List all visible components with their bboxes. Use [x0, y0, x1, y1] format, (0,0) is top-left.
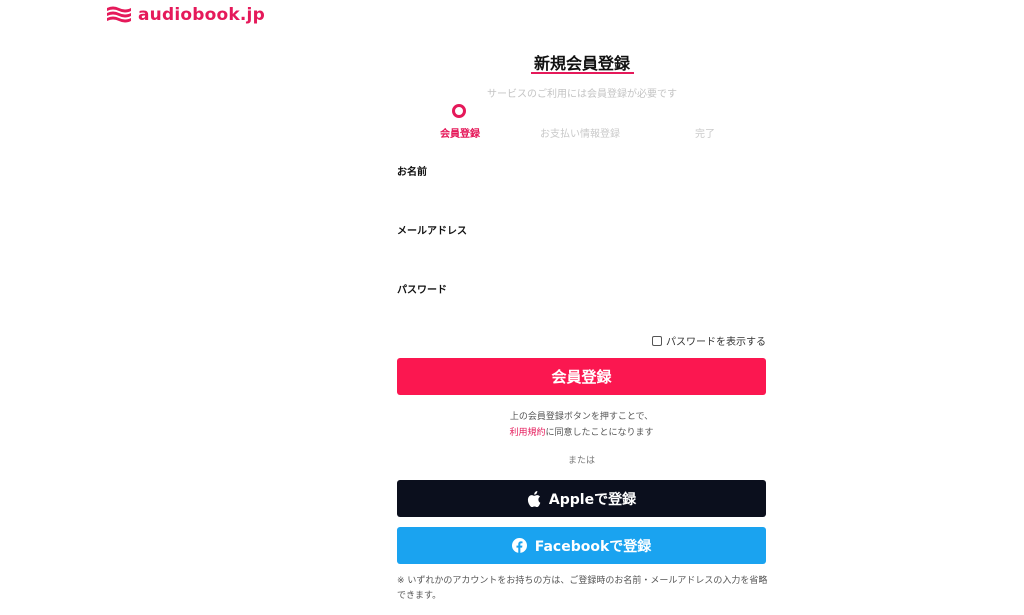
apple-icon	[527, 490, 541, 507]
logo-text: audiobook.jp	[138, 5, 265, 25]
terms-link[interactable]: 利用規約	[509, 428, 545, 438]
terms-notice: 上の会員登録ボタンを押すことで、 利用規約に同意したことになります	[397, 409, 766, 441]
step-complete: 完了	[695, 129, 715, 140]
social-login-note: ※ いずれかのアカウントをお持ちの方は、ご登録時のお名前・メールアドレスの入力を…	[397, 576, 768, 601]
title-underline	[531, 72, 634, 74]
name-label: お名前	[397, 167, 427, 178]
facebook-button-label: Facebookで登録	[534, 538, 652, 555]
or-divider: または	[567, 456, 595, 466]
show-password-checkbox[interactable]	[652, 335, 662, 346]
show-password-toggle[interactable]: パスワードを表示する	[652, 333, 766, 348]
step-register: 会員登録	[440, 129, 480, 140]
password-label: パスワード	[397, 285, 447, 296]
apple-button-label: Appleで登録	[548, 491, 637, 508]
page-subtitle: サービスのご利用には会員登録が必要です	[487, 89, 677, 100]
register-button[interactable]: 会員登録	[397, 358, 766, 395]
step-payment: お支払い情報登録	[540, 129, 620, 140]
waves-logo-icon	[107, 6, 131, 23]
register-button-label: 会員登録	[551, 368, 612, 386]
facebook-signup-button[interactable]: Facebookで登録	[397, 527, 766, 564]
email-label: メールアドレス	[397, 226, 467, 237]
apple-signup-button[interactable]: Appleで登録	[397, 480, 766, 517]
show-password-label: パスワードを表示する	[666, 337, 766, 348]
site-logo[interactable]: audiobook.jp	[106, 5, 265, 25]
facebook-icon	[511, 538, 527, 553]
page-title: 新規会員登録	[533, 54, 630, 73]
terms-line-1: 上の会員登録ボタンを押すことで、	[509, 412, 654, 422]
step-indicator-active	[452, 104, 466, 118]
terms-line-2: に同意したことになります	[545, 428, 654, 438]
